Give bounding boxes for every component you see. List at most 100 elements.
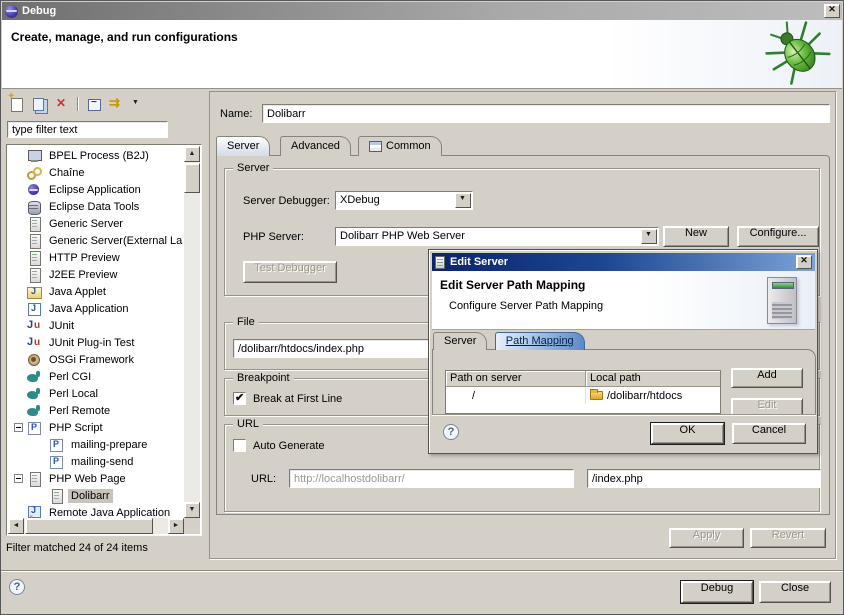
name-input[interactable] (262, 104, 830, 123)
dropdown-arrow-icon[interactable] (132, 96, 141, 112)
dialog-tab-path-mapping[interactable]: Path Mapping (495, 332, 585, 350)
column-header[interactable]: Local path (586, 371, 721, 387)
php-icon (49, 455, 63, 469)
collapse-expander-icon[interactable] (14, 474, 23, 483)
add-mapping-button[interactable]: Add (731, 368, 803, 388)
tree-horizontal-scrollbar[interactable]: ◄ ► (8, 518, 184, 534)
tree-rows: BPEL Process (B2J) Chaîne Eclipse Applicat… (8, 147, 184, 518)
dialog-titlebar: Edit Server (432, 253, 815, 271)
tree-item-label: Perl CGI (46, 370, 94, 384)
collapse-expander-icon[interactable] (14, 423, 23, 432)
duplicate-config-icon[interactable] (31, 96, 47, 112)
tree-item-label: mailing-prepare (68, 438, 150, 452)
perl-icon (27, 404, 41, 418)
tab-advanced[interactable]: Advanced (280, 136, 351, 156)
tree-item-label: JUnit (46, 319, 77, 333)
server-icon (27, 251, 41, 265)
tree-item[interactable]: PHP Script (8, 419, 184, 436)
tree-item[interactable]: Dolibarr (8, 487, 184, 504)
tree-item-label: HTTP Preview (46, 251, 123, 265)
window-title: Debug (22, 5, 56, 17)
tree-item[interactable]: Java Application (8, 300, 184, 317)
tree-item-label: Remote Java Application (46, 506, 173, 519)
chain-icon (27, 166, 41, 180)
folder-icon (590, 391, 603, 400)
header-banner: Create, manage, and run configurations (2, 20, 842, 89)
tree-item[interactable]: BPEL Process (B2J) (8, 147, 184, 164)
mapping-row-server-path[interactable]: / (446, 387, 586, 404)
filter-icon[interactable] (109, 96, 125, 112)
server-icon (27, 268, 41, 282)
tree-item[interactable]: Generic Server(External La (8, 232, 184, 249)
eclipse-logo-icon (5, 5, 18, 18)
tree-item[interactable]: Perl Remote (8, 402, 184, 419)
tree-item-label: JUnit Plug-in Test (46, 336, 137, 350)
tree-item-label: Dolibarr (68, 489, 113, 503)
configurations-toolbar (8, 94, 141, 114)
tree-item[interactable]: mailing-send (8, 453, 184, 470)
scroll-up-icon[interactable]: ▲ (184, 146, 200, 162)
vertical-scroll-thumb[interactable] (184, 163, 200, 193)
close-button[interactable]: Close (759, 581, 831, 603)
eclipse-app-icon (27, 183, 41, 197)
tree-item-label: Perl Local (46, 387, 101, 401)
tree-item[interactable]: Perl CGI (8, 368, 184, 385)
tree-item[interactable]: JUnit Plug-in Test (8, 334, 184, 351)
tree-item[interactable]: Remote Java Application (8, 504, 184, 518)
horizontal-scroll-thumb[interactable] (25, 518, 153, 534)
server-icon (49, 489, 63, 503)
footer-separator (1, 570, 844, 572)
tab-label: Server (444, 333, 476, 350)
debug-window: Debug Create, manage, and run configurat… (0, 0, 844, 615)
tree-item[interactable]: JUnit (8, 317, 184, 334)
new-config-icon[interactable] (8, 96, 24, 112)
tree-item-label: Chaîne (46, 166, 87, 180)
tree-item-label: mailing-send (68, 455, 136, 469)
dialog-tab-server[interactable]: Server (433, 332, 487, 350)
tree-item[interactable]: HTTP Preview (8, 249, 184, 266)
scroll-right-icon[interactable]: ► (168, 518, 184, 534)
sidebar: BPEL Process (B2J) Chaîne Eclipse Applicat… (6, 92, 202, 562)
name-label: Name: (220, 108, 252, 120)
dialog-close-button[interactable] (796, 255, 812, 269)
delete-config-icon[interactable] (54, 96, 70, 112)
tree-item[interactable]: Java Applet (8, 283, 184, 300)
server-icon (435, 256, 445, 269)
window-close-button[interactable] (824, 4, 840, 18)
tree-item-label: BPEL Process (B2J) (46, 149, 152, 163)
tree-item[interactable]: PHP Web Page (8, 470, 184, 487)
help-icon[interactable] (9, 579, 25, 595)
scroll-down-icon[interactable]: ▼ (184, 502, 200, 518)
mapping-row-local-path[interactable]: /dolibarr/htdocs (586, 387, 721, 404)
tree-item-label: Java Applet (46, 285, 109, 299)
tree-item[interactable]: Eclipse Data Tools (8, 198, 184, 215)
tree-item-label: Generic Server(External La (46, 234, 184, 248)
tree-item[interactable]: mailing-prepare (8, 436, 184, 453)
server-icon (27, 472, 41, 486)
osgi-icon (27, 353, 41, 367)
column-header[interactable]: Path on server (446, 371, 586, 387)
tree-item-label: Eclipse Application (46, 183, 144, 197)
tab-server[interactable]: Server (216, 136, 270, 156)
path-mapping-table[interactable]: Path on serverLocal path//dolibarr/htdoc… (445, 370, 721, 414)
server-icon (27, 234, 41, 248)
cancel-button[interactable]: Cancel (732, 423, 806, 444)
tree-item[interactable]: J2EE Preview (8, 266, 184, 283)
tree-item-label: Generic Server (46, 217, 126, 231)
applet-icon (27, 285, 41, 299)
filter-input[interactable] (7, 121, 168, 138)
server-tower-icon (767, 277, 797, 324)
tab-common[interactable]: Common (358, 136, 442, 156)
tree-item[interactable]: Chaîne (8, 164, 184, 181)
collapse-all-icon[interactable] (86, 96, 102, 112)
debug-button[interactable]: Debug (681, 581, 753, 603)
help-icon[interactable] (443, 424, 459, 440)
tree-item[interactable]: Eclipse Application (8, 181, 184, 198)
php-icon (49, 438, 63, 452)
ok-button[interactable]: OK (651, 423, 724, 444)
scroll-left-icon[interactable]: ◄ (8, 518, 24, 534)
tree-item[interactable]: Perl Local (8, 385, 184, 402)
tree-item[interactable]: Generic Server (8, 215, 184, 232)
tree-item[interactable]: OSGi Framework (8, 351, 184, 368)
tree-vertical-scrollbar[interactable]: ▲ ▼ (184, 146, 200, 518)
